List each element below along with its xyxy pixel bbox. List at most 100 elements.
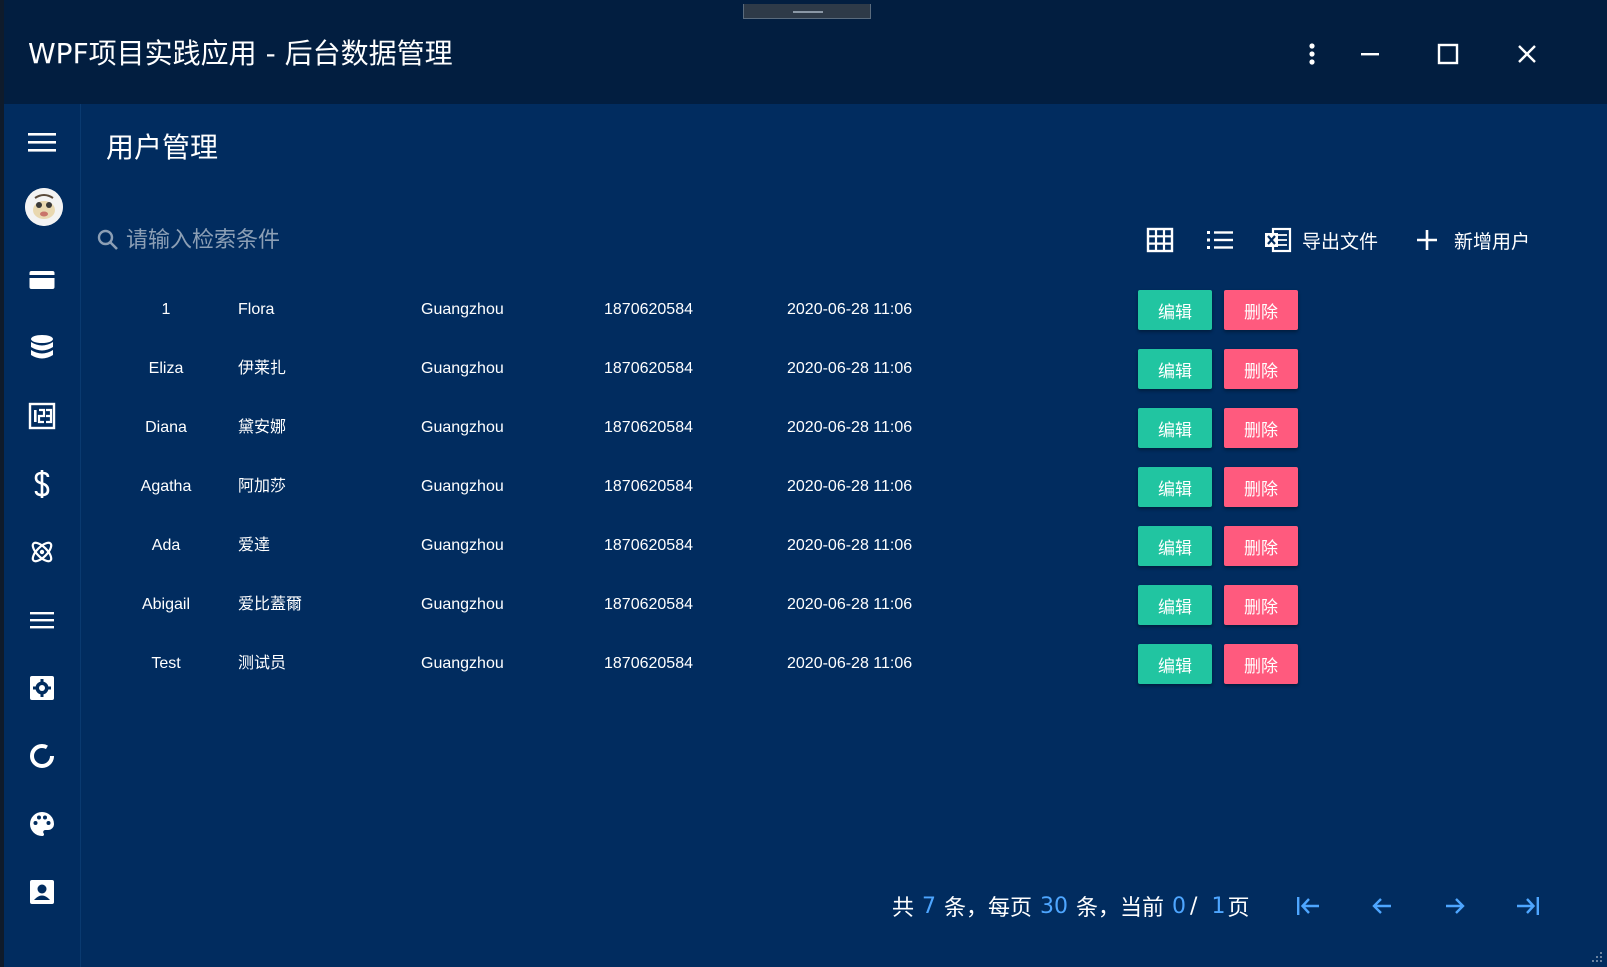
sidebar-item-progress[interactable]: [22, 736, 62, 776]
user-id-cell: 1: [161, 301, 171, 318]
delete-button[interactable]: 删除: [1224, 526, 1298, 566]
user-date-cell: 2020-06-28 11:06: [787, 301, 913, 318]
user-table: 1 Flora Guangzhou 1870620584 2020-06-28 11:0…: [96, 290, 1566, 703]
user-id-cell: Diana: [145, 419, 187, 436]
sidebar-item-list[interactable]: [22, 600, 62, 640]
close-button[interactable]: [1507, 34, 1547, 74]
maximize-icon: [1437, 43, 1459, 65]
maximize-button[interactable]: [1428, 34, 1468, 74]
pagination-info: 共 7 条，每页 30 条，当前 0 / 1 页: [892, 886, 1249, 926]
add-user-label: 新增用户: [1454, 230, 1531, 253]
sidebar-item-theme[interactable]: [22, 804, 62, 844]
export-file-button[interactable]: 导出文件: [1264, 222, 1378, 258]
user-date-cell: 2020-06-28 11:06: [787, 419, 913, 436]
dollar-icon: [34, 470, 50, 498]
user-city-cell: Guangzhou: [421, 596, 504, 613]
user-city-cell: Guangzhou: [421, 301, 504, 318]
arrow-left-icon: [1372, 898, 1391, 914]
table-row: Diana 黛安娜 Guangzhou 1870620584 2020-06-28 11…: [96, 408, 1566, 467]
next-page-button[interactable]: [1435, 886, 1475, 926]
export-file-label: 导出文件: [1302, 230, 1379, 253]
database-icon: [31, 335, 53, 359]
atom-icon: [31, 541, 53, 563]
pager-total-pages: 1: [1211, 893, 1226, 919]
add-user-button[interactable]: 新增用户: [1416, 222, 1530, 258]
edit-button[interactable]: 编辑: [1138, 467, 1212, 507]
user-phone-cell: 1870620584: [604, 301, 693, 318]
more-options-button[interactable]: [1292, 34, 1332, 74]
edit-button[interactable]: 编辑: [1138, 644, 1212, 684]
user-id-cell: Test: [151, 655, 181, 672]
settings-box-icon: [30, 676, 54, 700]
user-phone-cell: 1870620584: [604, 360, 693, 377]
user-name-cell: 伊莱扎: [238, 360, 287, 377]
pager-per-page-count: 30: [1040, 893, 1069, 919]
delete-button[interactable]: 删除: [1224, 290, 1298, 330]
user-date-cell: 2020-06-28 11:06: [787, 478, 913, 495]
palette-icon: [30, 812, 54, 836]
sidebar-item-cards[interactable]: [22, 260, 62, 300]
pager-current-page: 0: [1172, 893, 1187, 919]
user-name-cell: 阿加莎: [238, 478, 287, 495]
edit-button[interactable]: 编辑: [1138, 526, 1212, 566]
table-row: Eliza 伊莱扎 Guangzhou 1870620584 2020-06-28 11…: [96, 349, 1566, 408]
drag-handle[interactable]: [743, 4, 871, 19]
delete-button[interactable]: 删除: [1224, 585, 1298, 625]
user-phone-cell: 1870620584: [604, 478, 693, 495]
grid-view-icon: [1146, 227, 1174, 253]
minimize-icon: [1361, 53, 1379, 56]
edit-button[interactable]: 编辑: [1138, 408, 1212, 448]
sidebar-item-finance[interactable]: [22, 464, 62, 504]
window-title: WPF项目实践应用 - 后台数据管理: [28, 37, 453, 70]
user-name-cell: 爱達: [238, 537, 271, 554]
user-city-cell: Guangzhou: [421, 537, 504, 554]
sidebar-item-contacts[interactable]: [22, 872, 62, 912]
table-row: Ada 爱達 Guangzhou 1870620584 2020-06-28 11:06…: [96, 526, 1566, 585]
close-icon: [1518, 45, 1536, 63]
delete-button[interactable]: 删除: [1224, 644, 1298, 684]
minimize-button[interactable]: [1350, 34, 1390, 74]
user-name-cell: 测试员: [238, 655, 287, 672]
delete-button[interactable]: 删除: [1224, 467, 1298, 507]
delete-button[interactable]: 删除: [1224, 349, 1298, 389]
avatar[interactable]: [25, 188, 63, 226]
user-date-cell: 2020-06-28 11:06: [787, 360, 913, 377]
grid-view-button[interactable]: [1146, 222, 1174, 258]
user-date-cell: 2020-06-28 11:06: [787, 537, 913, 554]
search-input[interactable]: [126, 227, 426, 253]
user-phone-cell: 1870620584: [604, 537, 693, 554]
menu-toggle-button[interactable]: [22, 122, 62, 162]
pager-total-count: 7: [922, 893, 937, 919]
user-id-cell: Abigail: [141, 596, 191, 613]
excel-export-icon: [1265, 227, 1292, 253]
edit-button[interactable]: 编辑: [1138, 585, 1212, 625]
previous-page-button[interactable]: [1362, 886, 1402, 926]
first-page-icon: [1297, 897, 1319, 915]
edit-button[interactable]: 编辑: [1138, 349, 1212, 389]
sidebar-item-numbers[interactable]: [22, 396, 62, 436]
hamburger-menu-icon: [28, 133, 56, 152]
delete-button[interactable]: 删除: [1224, 408, 1298, 448]
plus-icon: [1417, 230, 1437, 250]
user-name-cell: Flora: [238, 301, 275, 318]
user-city-cell: Guangzhou: [421, 419, 504, 436]
numeric-box-icon: [28, 402, 56, 430]
sidebar-item-database[interactable]: [22, 328, 62, 368]
last-page-button[interactable]: [1508, 886, 1548, 926]
sidebar-item-settings[interactable]: [22, 668, 62, 708]
table-row: 1 Flora Guangzhou 1870620584 2020-06-28 11:0…: [96, 290, 1566, 349]
pager-separator: /: [1190, 893, 1198, 919]
user-id-cell: Ada: [151, 537, 181, 554]
first-page-button[interactable]: [1288, 886, 1328, 926]
user-phone-cell: 1870620584: [604, 419, 693, 436]
list-view-button[interactable]: [1206, 222, 1234, 258]
list-view-icon: [1207, 231, 1233, 249]
edit-button[interactable]: 编辑: [1138, 290, 1212, 330]
search-bar: [96, 222, 456, 258]
sidebar-item-science[interactable]: [22, 532, 62, 572]
pager-per-page-prefix: 条，每页: [944, 896, 1033, 921]
app-window: WPF项目实践应用 - 后台数据管理 用户管理 请输入检索条件 导出文件 新增用…: [4, 0, 1607, 967]
pager-total-prefix: 共: [892, 896, 915, 921]
resize-grip-icon[interactable]: [1591, 951, 1603, 963]
page-title: 用户管理: [106, 131, 219, 164]
